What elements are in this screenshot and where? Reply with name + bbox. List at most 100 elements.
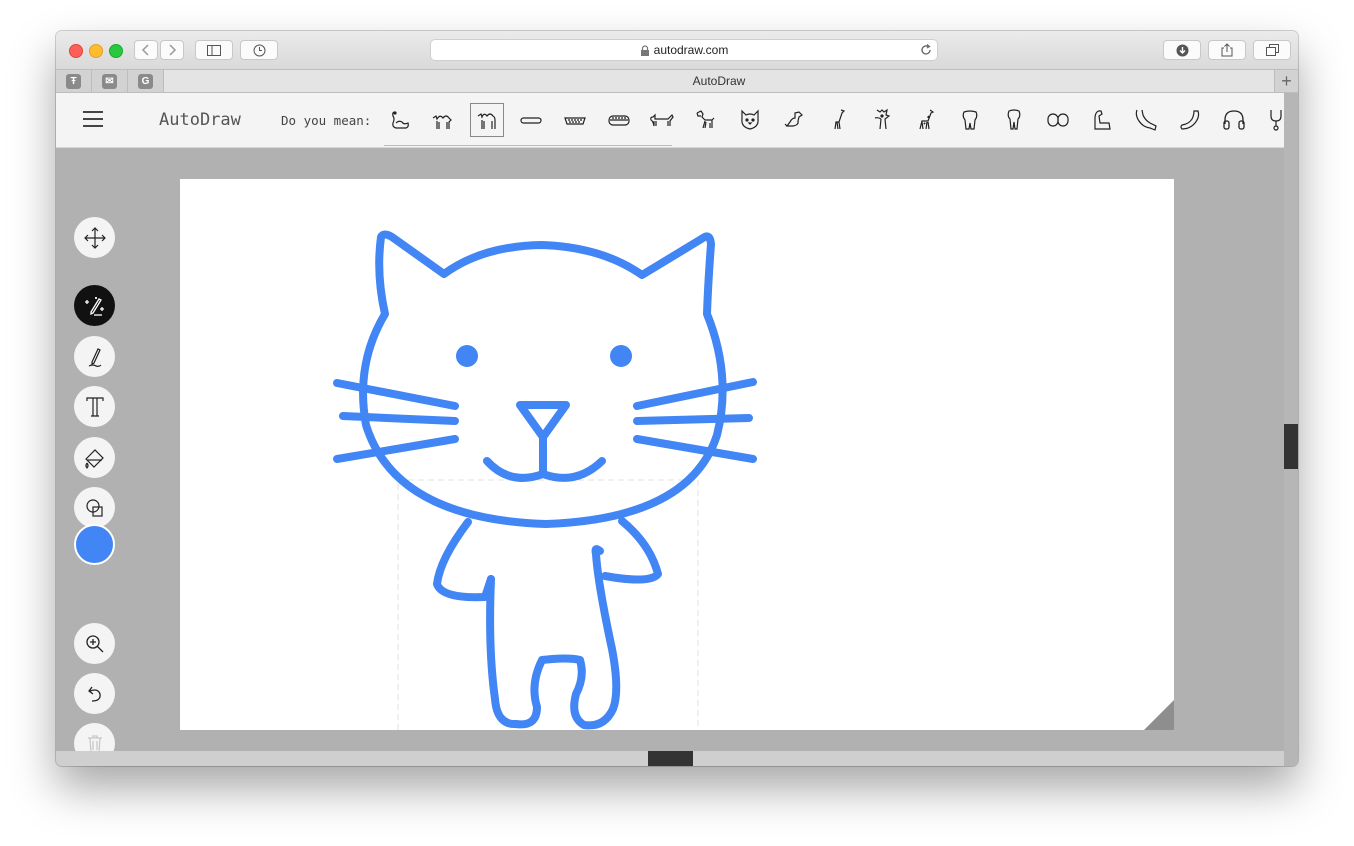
minimize-window-button[interactable] [89,44,103,58]
suggestion-tooth[interactable] [953,103,987,137]
camel-icon [477,113,496,129]
back-button[interactable] [134,40,158,60]
suggestion-teeth[interactable] [1041,103,1075,137]
suggestion-cat-face[interactable] [733,103,767,137]
cat-face-icon [741,109,759,130]
text-icon [85,396,104,417]
tab-title: AutoDraw [692,74,746,88]
zoom-window-button[interactable] [109,44,123,58]
sidebar-button[interactable] [195,40,233,60]
cat-drawing [333,230,757,730]
suggestion-arm[interactable] [1129,103,1163,137]
app-title: AutoDraw [159,110,241,130]
suggestion-hot-dog[interactable] [514,103,548,137]
suggestion-giraffe-2[interactable] [909,103,943,137]
hot-dog-icon [520,117,542,124]
horizontal-scroll-thumb[interactable] [648,751,693,766]
pen-icon [88,347,101,367]
headphones-icon [1223,110,1245,130]
zoom-tool-button[interactable] [74,623,115,664]
downloads-button[interactable] [1163,40,1201,60]
right-eye [610,345,632,367]
mail-icon: ✉ [102,73,117,89]
pinned-tab-1[interactable]: Ŧ [56,70,92,92]
tabs-overview-button[interactable] [1253,40,1291,60]
drawing-canvas[interactable] [180,179,1174,730]
move-icon [83,226,106,249]
undo-icon [87,686,101,702]
chevron-left-icon [141,44,149,56]
suggestion-giraffe-figure[interactable] [865,103,899,137]
suggestion-tooth-2[interactable] [997,103,1031,137]
suggestion-dachshund[interactable] [645,103,679,137]
suggestion-dog[interactable] [689,103,723,137]
suggestion-arm-2[interactable] [1173,103,1207,137]
move-tool-button[interactable] [74,217,115,258]
pinned-tab-google[interactable]: G [128,70,164,92]
tooth-icon [962,110,978,130]
swan-icon [392,111,409,129]
reload-icon[interactable] [920,44,932,56]
suggestion-camel[interactable] [426,103,460,137]
page-content: AutoDraw Do you mean: [56,93,1298,766]
arm-icon [1180,110,1200,130]
suggestion-elbow[interactable] [1085,103,1119,137]
tabs-icon [1265,44,1279,56]
title-bar: autodraw.com [56,31,1298,69]
pinned-tab-mail[interactable]: ✉ [92,70,128,92]
suggestion-giraffe[interactable] [821,103,855,137]
giraffe-figure-icon [874,108,891,130]
dog-icon [696,110,715,129]
forward-button[interactable] [160,40,184,60]
tab-autodraw[interactable]: AutoDraw [164,70,1274,92]
share-button[interactable] [1208,40,1246,60]
dachshund-icon [650,113,674,127]
shape-tool-button[interactable] [74,487,115,528]
autodraw-icon [84,296,104,316]
chevron-right-icon [169,44,177,56]
left-eye [456,345,478,367]
suggestion-swan[interactable] [383,103,417,137]
fill-icon [84,448,104,469]
vertical-scroll-thumb[interactable] [1284,424,1298,469]
draw-tool-button[interactable] [74,336,115,377]
google-icon: G [138,73,153,89]
lock-icon [640,44,649,56]
suggestion-hot-dog-bun[interactable] [602,103,636,137]
camel-icon [432,115,452,129]
autodraw-tool-button[interactable] [74,285,115,326]
new-tab-button[interactable]: + [1274,70,1298,92]
fill-tool-button[interactable] [74,437,115,478]
arm-icon [1135,109,1157,131]
undo-button[interactable] [74,673,115,714]
clock-icon [253,44,265,56]
bread-icon [564,117,586,125]
browser-window: autodraw.com Ŧ ✉ G AutoDraw + AutoDraw D… [56,31,1298,766]
elbow-icon [1094,110,1111,130]
url-text: autodraw.com [653,43,729,57]
tooth-icon [1007,109,1021,130]
suggestion-prompt: Do you mean: [281,113,372,128]
color-swatch-button[interactable] [74,524,115,565]
pinned-tab-1-icon: Ŧ [66,73,81,89]
tab-bar: Ŧ ✉ G AutoDraw + [56,69,1298,93]
dog-sitting-icon [784,111,803,127]
giraffe-icon [919,109,935,130]
menu-icon[interactable] [83,111,103,127]
history-button[interactable] [240,40,278,60]
canvas-resize-corner[interactable] [1144,700,1174,730]
suggestion-scroll-indicator [384,145,672,146]
suggestion-camel-selected[interactable] [470,103,504,137]
hot-dog-bun-icon [608,115,630,126]
selection-box [397,479,699,730]
suggestion-bread[interactable] [558,103,592,137]
address-bar[interactable]: autodraw.com [430,39,938,61]
type-tool-button[interactable] [74,386,115,427]
zoom-in-icon [85,634,103,652]
shapes-icon [85,498,103,517]
close-window-button[interactable] [69,44,83,58]
giraffe-icon [834,109,846,130]
suggestion-headphones[interactable] [1217,103,1251,137]
download-icon [1176,44,1188,56]
suggestion-dog-sitting[interactable] [777,103,811,137]
